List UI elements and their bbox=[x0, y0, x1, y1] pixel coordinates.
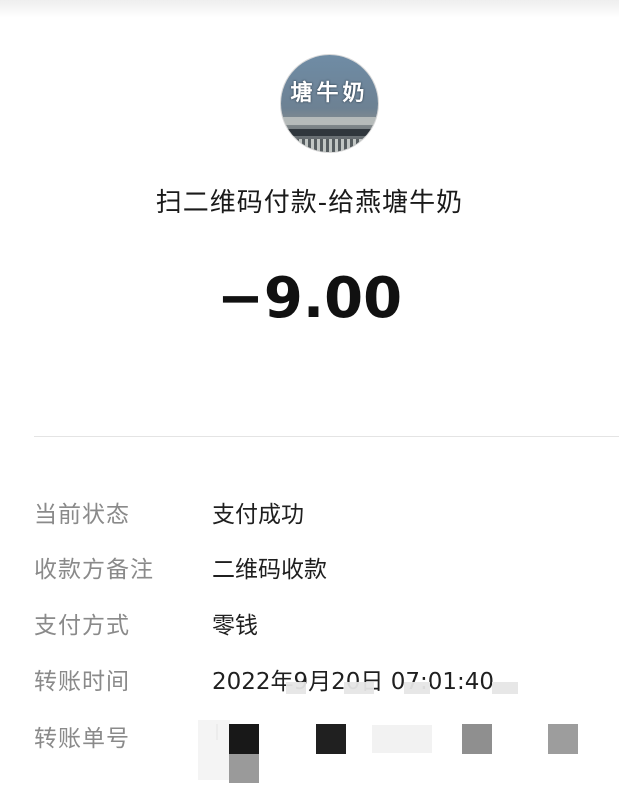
redaction-block bbox=[316, 724, 346, 754]
detail-row-transfer-time: 转账时间 2022年9月20日 07:01:40 bbox=[0, 662, 619, 702]
detail-label: 当前状态 bbox=[34, 502, 130, 528]
blur-mask bbox=[344, 682, 374, 694]
top-shade bbox=[0, 0, 619, 18]
detail-label: 转账单号 bbox=[34, 726, 130, 752]
detail-row-payment-method: 支付方式 零钱 bbox=[0, 606, 619, 646]
transaction-title: 扫二维码付款-给燕塘牛奶 bbox=[155, 188, 464, 218]
detail-label: 转账时间 bbox=[34, 669, 130, 695]
avatar-stripe-light bbox=[281, 117, 378, 125]
redaction-block bbox=[548, 724, 578, 754]
redaction-block bbox=[229, 724, 259, 754]
detail-row-transfer-number: 转账单号 bbox=[0, 719, 619, 759]
detail-value: 支付成功 bbox=[212, 502, 304, 528]
detail-value: 二维码收款 bbox=[212, 557, 327, 583]
detail-label: 支付方式 bbox=[34, 613, 130, 639]
detail-value: 零钱 bbox=[212, 613, 258, 639]
blur-mask bbox=[492, 682, 518, 694]
detail-row-payee-note: 收款方备注 二维码收款 bbox=[0, 550, 619, 590]
blur-mask bbox=[286, 682, 306, 694]
section-divider bbox=[34, 436, 619, 437]
blur-mask bbox=[404, 682, 430, 694]
detail-label: 收款方备注 bbox=[34, 557, 154, 583]
avatar-pattern bbox=[281, 139, 378, 152]
redaction-block bbox=[462, 724, 492, 754]
detail-row-status: 当前状态 支付成功 bbox=[0, 495, 619, 535]
blur-mask bbox=[198, 720, 230, 780]
avatar-label: 塘牛奶 bbox=[290, 81, 369, 106]
redaction-block bbox=[229, 754, 259, 783]
avatar-stripe-dark bbox=[281, 129, 378, 136]
merchant-avatar[interactable]: 塘牛奶 bbox=[281, 55, 378, 152]
blur-mask bbox=[372, 725, 432, 753]
transaction-amount: −9.00 bbox=[216, 266, 403, 331]
